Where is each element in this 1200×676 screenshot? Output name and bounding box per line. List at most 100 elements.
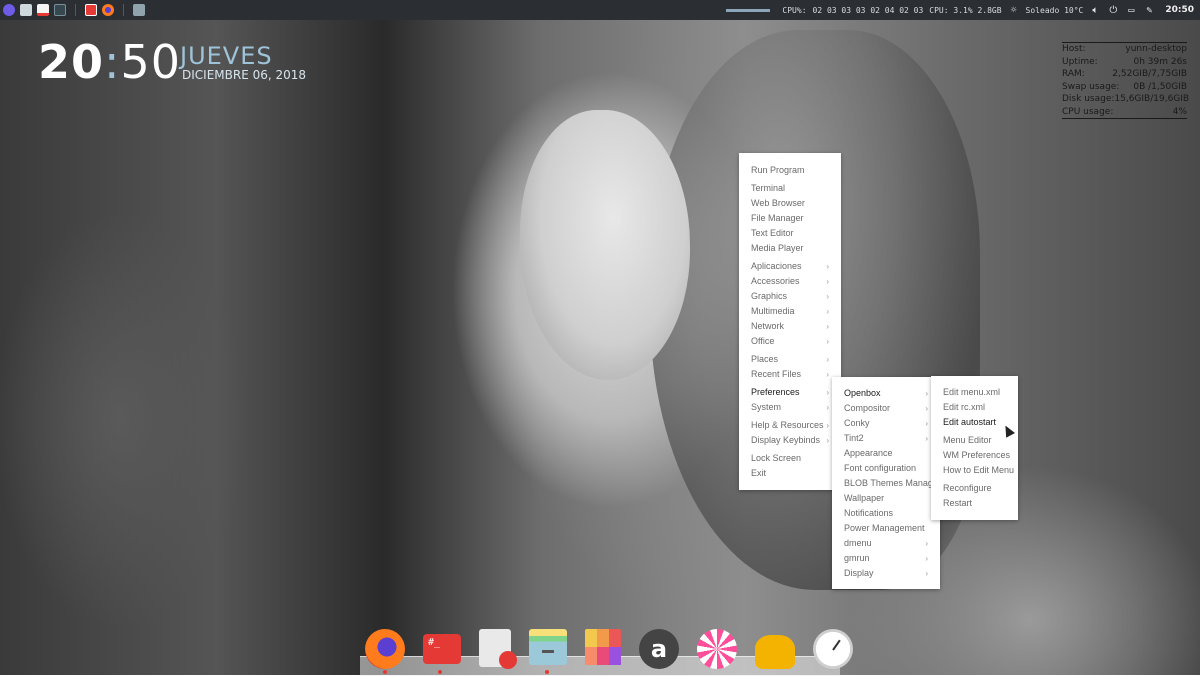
wallpaper-face-shape bbox=[520, 110, 690, 380]
dock-amazon-icon[interactable]: a bbox=[639, 629, 679, 669]
dock-candy-icon[interactable] bbox=[697, 629, 737, 669]
dock-icons: #_ a bbox=[365, 629, 853, 669]
task-manager-icon[interactable] bbox=[85, 4, 97, 16]
dock-file-manager-icon[interactable] bbox=[529, 629, 567, 665]
menu-item-label: Menu Editor bbox=[943, 435, 992, 445]
menu-item-label: Wallpaper bbox=[844, 493, 885, 503]
menu-item-file-manager[interactable]: File Manager bbox=[739, 211, 841, 226]
menu-item-font-configuration[interactable]: Font configuration bbox=[832, 461, 940, 476]
weather-sun-icon: ☼ bbox=[1010, 4, 1017, 16]
menu-item-label: File Manager bbox=[751, 213, 804, 223]
menu-item-label: Media Player bbox=[751, 243, 804, 253]
cpu-label: CPU%: bbox=[782, 5, 807, 15]
panel-clock[interactable]: 20:50 bbox=[1165, 5, 1194, 15]
menu-item-office[interactable]: Office › bbox=[739, 334, 841, 349]
menu-item-label: Exit bbox=[751, 468, 767, 478]
sysinfo-value: 4% bbox=[1172, 106, 1187, 117]
terminal-icon[interactable] bbox=[54, 4, 66, 16]
menu-item-aplicaciones[interactable]: Aplicaciones › bbox=[739, 259, 841, 274]
menu-item-wm-preferences[interactable]: WM Preferences bbox=[931, 448, 1018, 463]
sysinfo-label: Swap usage: bbox=[1062, 81, 1120, 92]
text-editor-icon[interactable] bbox=[37, 4, 49, 16]
sysinfo-row: CPU usage: 4% bbox=[1062, 106, 1187, 119]
submenu-arrow-icon: › bbox=[826, 322, 829, 331]
clock-hour: 20 bbox=[38, 35, 105, 89]
menu-icon[interactable] bbox=[3, 4, 15, 16]
submenu-arrow-icon: › bbox=[925, 419, 928, 428]
submenu-arrow-icon: › bbox=[925, 539, 928, 548]
sysinfo-label: CPU usage: bbox=[1062, 106, 1114, 117]
menu-item-gmrun[interactable]: gmrun › bbox=[832, 551, 940, 566]
power-icon[interactable]: ⏻ bbox=[1107, 5, 1119, 16]
menu-item-label: Graphics bbox=[751, 291, 788, 301]
menu-item-exit[interactable]: Exit bbox=[739, 466, 841, 481]
menu-item-label: Aplicaciones bbox=[751, 261, 802, 271]
menu-item-web-browser[interactable]: Web Browser bbox=[739, 196, 841, 211]
menu-item-system[interactable]: System › bbox=[739, 400, 841, 415]
menu-item-label: Lock Screen bbox=[751, 453, 802, 463]
dock-firefox-icon[interactable] bbox=[365, 629, 405, 669]
menu-item-label: Office bbox=[751, 336, 775, 346]
menu-item-restart[interactable]: Restart bbox=[931, 496, 1018, 511]
menu-item-network[interactable]: Network › bbox=[739, 319, 841, 334]
menu-item-appearance[interactable]: Appearance bbox=[832, 446, 940, 461]
menu-item-compositor[interactable]: Compositor › bbox=[832, 401, 940, 416]
menu-item-blob-themes-manager[interactable]: BLOB Themes Manager bbox=[832, 476, 941, 491]
menu-item-how-to-edit-menu[interactable]: How to Edit Menu bbox=[931, 463, 1018, 478]
menu-item-label: Accessories bbox=[751, 276, 800, 286]
menu-item-display[interactable]: Display › bbox=[832, 566, 940, 581]
menu-item-notifications[interactable]: Notifications bbox=[832, 506, 940, 521]
menu-item-label: Tint2 bbox=[844, 433, 864, 443]
menu-item-label: Notifications bbox=[844, 508, 894, 518]
conky-sysinfo: Host: yunn-desktop Uptime: 0h 39m 26s RAM:… bbox=[1062, 42, 1189, 119]
menu-item-recent-files[interactable]: Recent Files › bbox=[739, 367, 841, 382]
notification-icon[interactable]: ▭ bbox=[1125, 5, 1137, 16]
menu-item-help-resources[interactable]: Help & Resources › bbox=[739, 418, 841, 433]
menu-item-openbox[interactable]: Openbox › bbox=[832, 386, 940, 401]
menu-item-label: WM Preferences bbox=[943, 450, 1011, 460]
menu-item-terminal[interactable]: Terminal bbox=[739, 181, 841, 196]
menu-item-lock-screen[interactable]: Lock Screen bbox=[739, 451, 841, 466]
menu-item-text-editor[interactable]: Text Editor bbox=[739, 226, 841, 241]
menu-item-accessories[interactable]: Accessories › bbox=[739, 274, 841, 289]
menu-item-dmenu[interactable]: dmenu › bbox=[832, 536, 940, 551]
dock-terminal-icon[interactable]: #_ bbox=[423, 634, 461, 664]
menu-item-reconfigure[interactable]: Reconfigure bbox=[931, 481, 1018, 496]
menu-item-graphics[interactable]: Graphics › bbox=[739, 289, 841, 304]
menu-item-edit-menu-xml[interactable]: Edit menu.xml bbox=[931, 385, 1018, 400]
dock-clock-icon[interactable] bbox=[813, 629, 853, 669]
menu-item-power-management[interactable]: Power Management bbox=[832, 521, 940, 536]
dock-teapot-icon[interactable] bbox=[755, 635, 795, 669]
menu-item-media-player[interactable]: Media Player bbox=[739, 241, 841, 256]
submenu-arrow-icon: › bbox=[826, 307, 829, 316]
menu-item-label: Display Keybinds bbox=[751, 435, 821, 445]
sysinfo-label: Uptime: bbox=[1062, 56, 1098, 67]
menu-item-preferences[interactable]: Preferences › bbox=[739, 385, 841, 400]
firefox-icon[interactable] bbox=[102, 4, 114, 16]
menu-item-edit-rc-xml[interactable]: Edit rc.xml bbox=[931, 400, 1018, 415]
submenu-arrow-icon: › bbox=[826, 355, 829, 364]
file-manager-icon[interactable] bbox=[20, 4, 32, 16]
dock-text-editor-icon[interactable] bbox=[479, 629, 517, 669]
menu-item-label: Multimedia bbox=[751, 306, 795, 316]
menu-item-wallpaper[interactable]: Wallpaper bbox=[832, 491, 940, 506]
menu-item-display-keybinds[interactable]: Display Keybinds › bbox=[739, 433, 841, 448]
volume-icon[interactable]: 🔈︎ bbox=[1089, 5, 1101, 16]
menu-item-run-program[interactable]: Run Program bbox=[739, 163, 841, 178]
menu-item-label: Places bbox=[751, 354, 779, 364]
menu-item-conky[interactable]: Conky › bbox=[832, 416, 940, 431]
menu-item-places[interactable]: Places › bbox=[739, 352, 841, 367]
clipboard-icon[interactable]: ✎ bbox=[1143, 5, 1155, 16]
menu-item-label: Terminal bbox=[751, 183, 786, 193]
home-folder-icon[interactable] bbox=[133, 4, 145, 16]
menu-item-label: Restart bbox=[943, 498, 973, 508]
menu-item-multimedia[interactable]: Multimedia › bbox=[739, 304, 841, 319]
menu-item-label: gmrun bbox=[844, 553, 870, 563]
menu-item-tint2[interactable]: Tint2 › bbox=[832, 431, 940, 446]
dock-running-indicator bbox=[383, 670, 387, 674]
dock-palette-icon[interactable] bbox=[585, 629, 621, 665]
dock-running-indicator bbox=[545, 670, 549, 674]
openbox-submenu: Edit menu.xml Edit rc.xml Edit autostart… bbox=[931, 376, 1018, 520]
menu-item-label: Display bbox=[844, 568, 874, 578]
taskbar-active-indicator[interactable] bbox=[726, 8, 771, 12]
